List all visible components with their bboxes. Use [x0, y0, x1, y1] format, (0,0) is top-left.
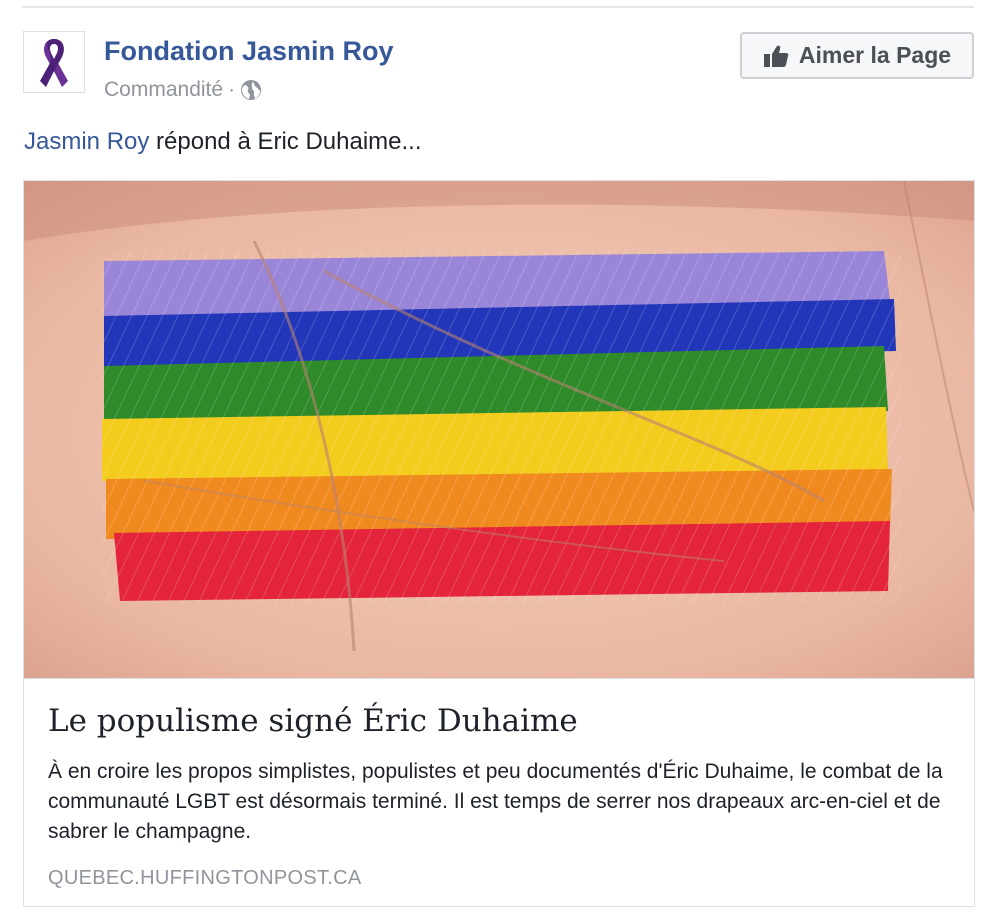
link-domain: QUEBEC.HUFFINGTONPOST.CA — [48, 867, 362, 889]
post-message: Jasmin Roy répond à Eric Duhaime... — [24, 128, 422, 156]
link-preview-image[interactable] — [24, 181, 974, 678]
link-preview-card[interactable]: Le populisme signé Éric Duhaime À en cro… — [23, 180, 975, 907]
like-page-button[interactable]: Aimer la Page — [740, 32, 974, 79]
top-divider — [22, 6, 974, 8]
rainbow-flag-on-palm-image — [24, 181, 974, 678]
purple-ribbon-icon — [40, 39, 68, 87]
page-avatar[interactable] — [23, 31, 85, 93]
like-button-label: Aimer la Page — [798, 42, 952, 68]
card-divider — [24, 678, 974, 679]
mention-link[interactable]: Jasmin Roy — [24, 128, 149, 155]
post-meta: Commandité · — [104, 78, 262, 102]
link-title[interactable]: Le populisme signé Éric Duhaime — [48, 703, 578, 739]
meta-separator: · — [228, 78, 236, 101]
globe-icon[interactable] — [240, 79, 262, 101]
sponsored-label[interactable]: Commandité — [104, 78, 223, 102]
link-description: À en croire les propos simplistes, popul… — [48, 760, 943, 843]
post-message-text: répond à Eric Duhaime... — [149, 128, 422, 155]
thumbs-up-icon — [763, 45, 789, 67]
page-name-link[interactable]: Fondation Jasmin Roy — [104, 36, 394, 67]
